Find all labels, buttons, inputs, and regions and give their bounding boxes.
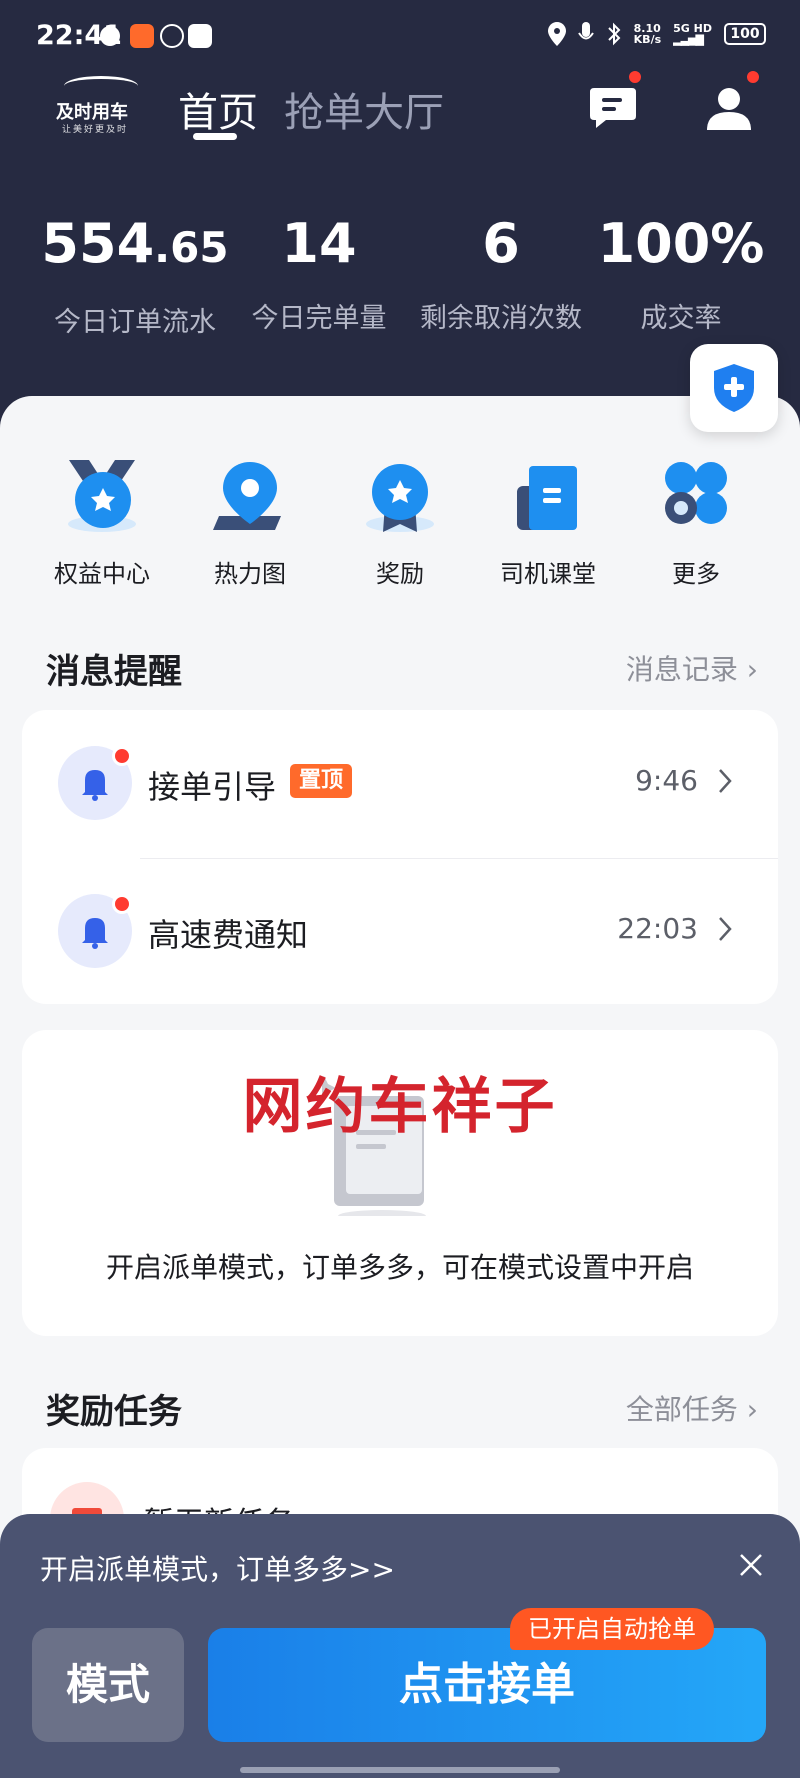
- message-button[interactable]: [586, 68, 644, 136]
- home-indicator[interactable]: [240, 1767, 560, 1773]
- safety-button[interactable]: [690, 344, 778, 432]
- tab-active-indicator: [193, 133, 237, 140]
- order-action-panel: 开启派单模式，订单多多>> 模式 点击接单 已开启自动抢单: [0, 1514, 800, 1778]
- logo-slogan: 让美好更及时: [62, 125, 129, 135]
- network-type: 5G HD ▂▃▅▇: [673, 23, 712, 45]
- auto-grab-badge: 已开启自动抢单: [510, 1608, 714, 1650]
- unread-dot: [112, 746, 132, 766]
- stat-label: 今日订单流水: [54, 307, 216, 338]
- book-icon: [511, 460, 585, 534]
- quick-action-label: 奖励: [376, 560, 424, 588]
- chevron-right-icon: [719, 769, 732, 793]
- stat-deal-rate[interactable]: 100% 成交率: [586, 212, 776, 335]
- stat-remaining-cancels[interactable]: 6 剩余取消次数: [406, 212, 596, 335]
- stat-label: 成交率: [640, 303, 722, 334]
- message-history-link[interactable]: 消息记录 ›: [626, 648, 758, 688]
- unread-dot: [112, 894, 132, 914]
- mode-button[interactable]: 模式: [32, 1628, 184, 1742]
- bell-icon-wrap: [58, 746, 132, 820]
- stat-order-revenue[interactable]: 554.65 今日订单流水: [40, 212, 230, 339]
- profile-alert-dot: [744, 68, 762, 86]
- messages-card: 接单引导 置顶 9:46 高速费通知 22:03: [22, 710, 778, 1004]
- dispatch-banner-text[interactable]: 开启派单模式，订单多多>>: [40, 1548, 395, 1588]
- quick-action-label: 权益中心: [54, 560, 150, 588]
- message-unread-dot: [626, 68, 644, 86]
- medal-icon: [65, 460, 139, 534]
- mic-icon: [577, 22, 594, 40]
- stat-value-dec: .65: [154, 223, 229, 272]
- app-notification-icon: [130, 24, 154, 48]
- quick-action-label: 司机课堂: [500, 560, 596, 588]
- globe-icon: [100, 26, 120, 46]
- reward-icon: [363, 460, 437, 534]
- chevron-right-icon: [719, 917, 732, 941]
- bell-icon-wrap: [58, 894, 132, 968]
- signal-icon: ▂▃▅▇: [673, 33, 704, 46]
- map-pin-icon: [213, 460, 287, 534]
- quick-action-label: 更多: [672, 560, 720, 588]
- message-history-label: 消息记录: [625, 653, 738, 686]
- swirl-icon: [160, 24, 184, 48]
- network-speed: 8.10 KB/s: [634, 23, 661, 45]
- quick-action-benefits[interactable]: 权益中心: [32, 460, 172, 589]
- chevron-right-icon: ›: [746, 1393, 758, 1426]
- stat-label: 今日完单量: [251, 303, 387, 334]
- quick-action-driver-class[interactable]: 司机课堂: [478, 460, 618, 589]
- message-item-order-guide[interactable]: 接单引导 置顶 9:46: [22, 710, 778, 858]
- tab-order-hall[interactable]: 抢单大厅: [284, 80, 444, 138]
- stat-value: 100%: [597, 212, 765, 275]
- message-time: 22:03: [617, 912, 698, 945]
- dispatch-mode-notice: 开启派单模式，订单多多，可在模式设置中开启: [105, 1251, 694, 1284]
- mail-icon: [188, 24, 212, 48]
- network-speed-unit: KB/s: [633, 33, 662, 46]
- stat-value-int: 554: [41, 212, 155, 275]
- message-time: 9:46: [635, 764, 698, 797]
- app-logo: 及时用车 让美好更及时: [50, 76, 150, 138]
- messages-section-title: 消息提醒: [46, 652, 182, 692]
- stat-value: 14: [281, 212, 357, 275]
- chat-icon: [590, 88, 636, 128]
- location-icon: [547, 22, 566, 46]
- message-title: 接单引导: [148, 768, 277, 806]
- tasks-section-title: 奖励任务: [46, 1392, 182, 1432]
- stat-completed-orders[interactable]: 14 今日完单量: [224, 212, 414, 335]
- tab-home[interactable]: 首页: [178, 80, 258, 138]
- user-icon: [707, 88, 751, 130]
- quick-action-more[interactable]: 更多: [626, 460, 766, 589]
- stat-value: 6: [482, 212, 520, 275]
- car-icon: [64, 76, 138, 96]
- stat-label: 剩余取消次数: [420, 303, 582, 334]
- battery-icon: 100: [724, 23, 766, 45]
- logo-name: 及时用车: [56, 102, 128, 123]
- dispatch-mode-card[interactable]: 网约车祥子 开启派单模式，订单多多，可在模式设置中开启: [22, 1030, 778, 1336]
- bluetooth-icon: [607, 22, 621, 46]
- chevron-right-icon: ›: [746, 653, 758, 686]
- quick-action-heatmap[interactable]: 热力图: [180, 460, 320, 589]
- status-bar: 22:41 8.10 KB/s 5G HD ▂▃▅▇ 100: [0, 0, 800, 74]
- all-tasks-link[interactable]: 全部任务 ›: [626, 1388, 758, 1428]
- message-title: 高速费通知: [148, 916, 309, 954]
- watermark-text: 网约车祥子: [242, 1072, 558, 1142]
- message-item-toll-notice[interactable]: 高速费通知 22:03: [22, 858, 778, 1006]
- all-tasks-label: 全部任务: [625, 1393, 738, 1426]
- quick-action-label: 热力图: [214, 560, 286, 588]
- stat-value: 554.65: [40, 212, 230, 280]
- quick-action-reward[interactable]: 奖励: [330, 460, 470, 589]
- pinned-badge: 置顶: [290, 764, 353, 798]
- grid-icon: [659, 460, 733, 534]
- profile-button[interactable]: [702, 68, 762, 136]
- close-icon[interactable]: [736, 1550, 766, 1580]
- status-indicators: 8.10 KB/s 5G HD ▂▃▅▇ 100: [547, 22, 766, 46]
- shield-icon: [714, 364, 754, 412]
